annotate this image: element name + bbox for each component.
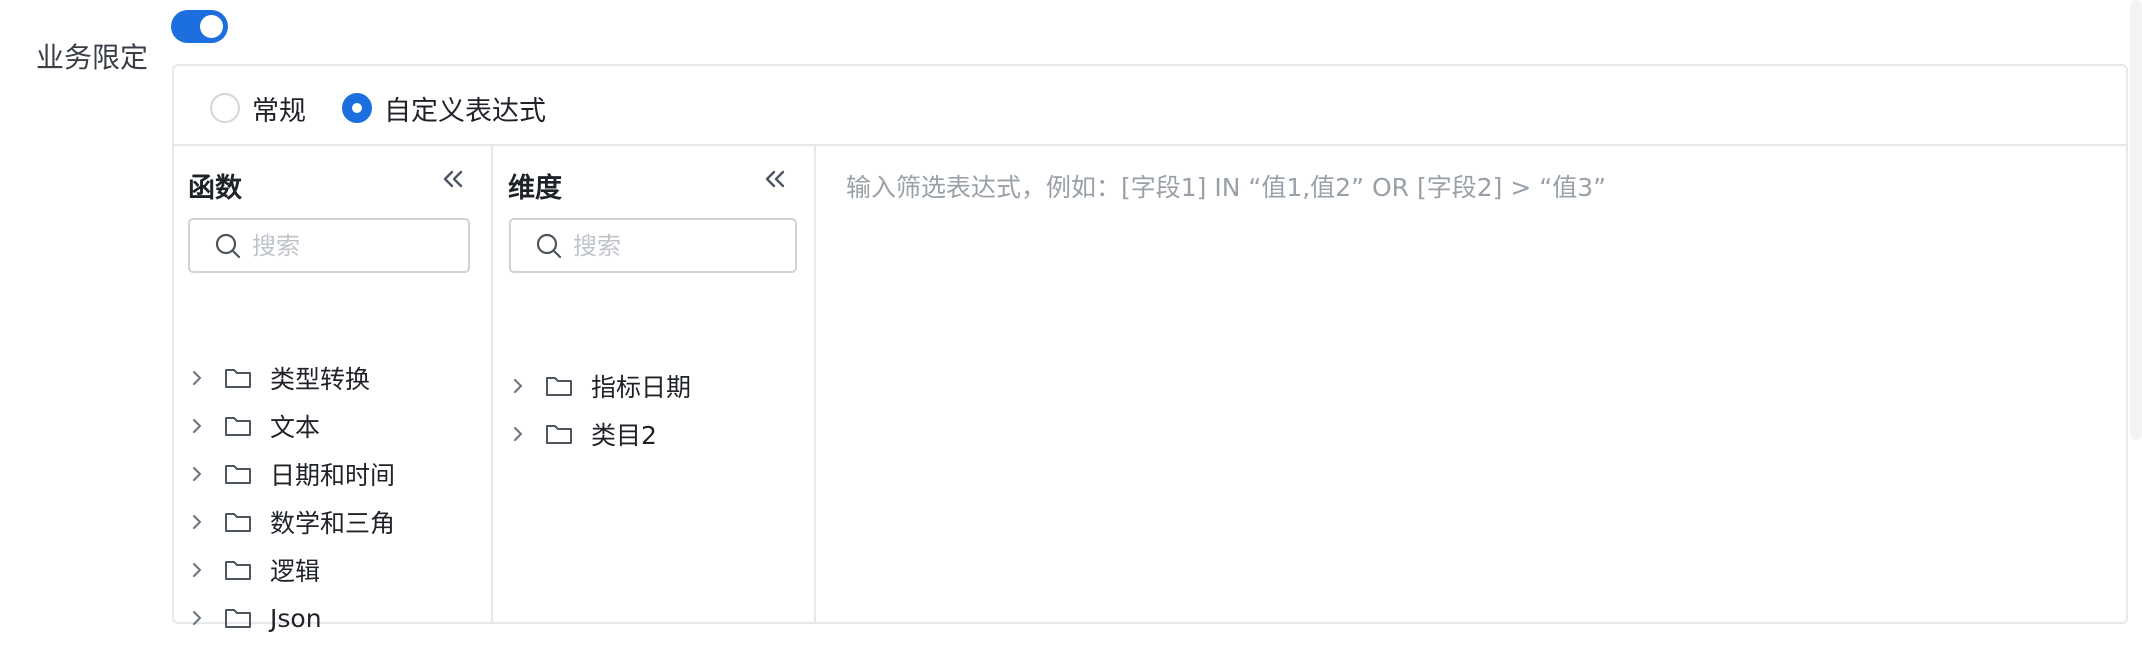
folder-icon <box>546 425 572 444</box>
folder-icon <box>225 513 251 532</box>
chevron-right-icon[interactable] <box>509 377 527 395</box>
function-category-label: 文本 <box>270 413 321 442</box>
folder-icon <box>225 609 251 628</box>
chevron-right-icon[interactable] <box>188 369 206 387</box>
chevron-right-icon[interactable] <box>188 465 206 483</box>
toggle-knob <box>200 15 223 38</box>
search-icon <box>536 233 562 259</box>
dimension-item-label: 类目2 <box>591 421 657 450</box>
radio-regular[interactable] <box>210 93 240 123</box>
chevron-right-icon[interactable] <box>188 561 206 579</box>
function-category-item[interactable]: 类型转换 <box>188 360 370 396</box>
radio-option-regular[interactable]: 常规 <box>210 89 306 128</box>
functions-panel: 函数 类型转换 文本 日期和时间 数 <box>174 146 493 633</box>
functions-search-input[interactable] <box>252 228 452 264</box>
page-scrollbar[interactable] <box>2130 0 2142 440</box>
function-category-item[interactable]: Json <box>188 600 322 636</box>
chevron-right-icon[interactable] <box>188 609 206 627</box>
radio-label-custom-expression: 自定义表达式 <box>384 95 546 127</box>
mode-radio-group: 常规 自定义表达式 <box>210 88 582 128</box>
radio-custom-expression[interactable] <box>342 93 372 123</box>
function-category-label: 日期和时间 <box>270 461 396 490</box>
dimensions-title: 维度 <box>508 173 562 204</box>
function-category-label: 数学和三角 <box>270 509 396 538</box>
collapse-double-left-icon[interactable] <box>438 164 468 194</box>
functions-search-box <box>188 218 470 273</box>
folder-icon <box>225 369 251 388</box>
functions-title: 函数 <box>188 173 242 204</box>
function-category-item[interactable]: 日期和时间 <box>188 456 395 492</box>
chevron-right-icon[interactable] <box>509 425 527 443</box>
function-category-item[interactable]: 文本 <box>188 408 320 444</box>
function-category-label: Json <box>270 603 322 633</box>
radio-option-custom-expression[interactable]: 自定义表达式 <box>342 89 546 128</box>
dimension-item[interactable]: 类目2 <box>509 416 657 452</box>
filter-panel: 常规 自定义表达式 函数 类型转换 文本 <box>172 64 2128 633</box>
function-category-label: 类型转换 <box>270 365 371 394</box>
dimensions-panel: 维度 指标日期 类目2 <box>493 146 816 622</box>
function-category-item[interactable]: 逻辑 <box>188 552 320 588</box>
radio-label-regular: 常规 <box>252 95 306 127</box>
function-category-label: 逻辑 <box>270 557 321 586</box>
chevron-right-icon[interactable] <box>188 417 206 435</box>
folder-icon <box>225 417 251 436</box>
function-category-item[interactable]: 数学和三角 <box>188 504 395 540</box>
search-icon <box>215 233 241 259</box>
dimension-item-label: 指标日期 <box>591 373 692 402</box>
dimensions-search-input[interactable] <box>573 228 783 264</box>
dimensions-search-box <box>509 218 797 273</box>
folder-icon <box>546 377 572 396</box>
business-filter-label: 业务限定 <box>36 41 149 74</box>
business-filter-toggle[interactable] <box>171 10 228 43</box>
chevron-right-icon[interactable] <box>188 513 206 531</box>
collapse-double-left-icon[interactable] <box>760 164 790 194</box>
dimension-item[interactable]: 指标日期 <box>509 368 691 404</box>
expression-input[interactable] <box>846 168 2106 612</box>
folder-icon <box>225 561 251 580</box>
expression-editor <box>816 146 2126 622</box>
folder-icon <box>225 465 251 484</box>
